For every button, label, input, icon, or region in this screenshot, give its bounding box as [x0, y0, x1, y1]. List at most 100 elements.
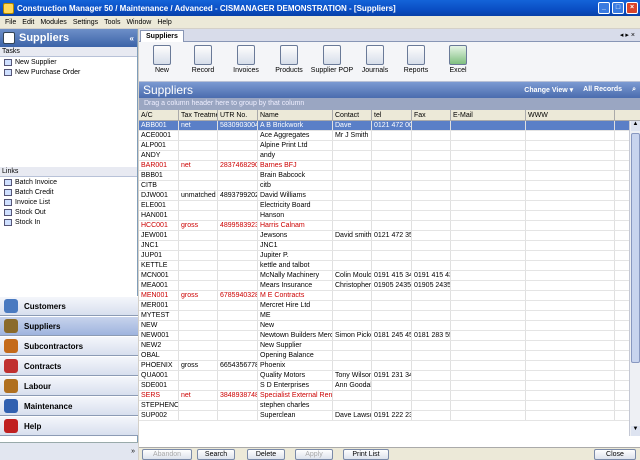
change-view-dropdown[interactable]: Change View ▾ [524, 86, 573, 94]
table-cell [333, 171, 372, 180]
table-row[interactable]: QUA001 Quality Motors Tony Wilson 0191 231 … [139, 371, 640, 381]
col-name[interactable]: Name [258, 110, 333, 120]
table-row[interactable]: DJW001 unmatched 4893799202 David Williams [139, 191, 640, 201]
menu-settings[interactable]: Settings [70, 19, 101, 26]
group-by-area[interactable]: Drag a column header here to group by th… [139, 98, 640, 110]
col-tax-treatment[interactable]: Tax Treatme [179, 110, 218, 120]
table-row[interactable]: SUP002 Superclean Dave Lawsc 0191 222 23 [139, 411, 640, 421]
table-row[interactable]: MEA001Mears InsuranceChristopher M01905 … [139, 281, 640, 291]
toolbar-new-button[interactable]: New [139, 44, 185, 80]
toolbar-reports-button[interactable]: Reports [393, 44, 439, 80]
table-cell: gross [179, 221, 218, 230]
col-ac[interactable]: A/C [139, 110, 179, 120]
nav-maintenance[interactable]: Maintenance [0, 396, 138, 416]
link-batch-invoice[interactable]: Batch Invoice [0, 177, 137, 187]
nav-subcontractors[interactable]: Subcontractors [0, 336, 138, 356]
table-row[interactable]: KETTLE kettle and talbot [139, 261, 640, 271]
print-list-button[interactable]: Print List [343, 449, 389, 460]
table-row[interactable]: ALP001 Alpine Print Ltd [139, 141, 640, 151]
toolbar-journals-button[interactable]: Journals [352, 44, 398, 80]
menu-modules[interactable]: Modules [37, 19, 69, 26]
expand-icon[interactable]: » [131, 448, 135, 455]
table-row[interactable]: MCN001 McNally Machinery Colin Mould 0191 4… [139, 271, 640, 281]
all-records-filter[interactable]: All Records [583, 86, 622, 94]
close-button[interactable]: Close [594, 449, 636, 460]
table-row[interactable]: JUP01 Jupiter P. [139, 251, 640, 261]
scroll-thumb[interactable] [631, 133, 640, 363]
close-window-button[interactable]: × [626, 2, 638, 14]
task-new-purchase-order[interactable]: New Purchase Order [0, 67, 137, 77]
table-row[interactable]: NEW New [139, 321, 640, 331]
menu-tools[interactable]: Tools [101, 19, 123, 26]
link-stock-out[interactable]: Stock Out [0, 207, 137, 217]
link-batch-credit[interactable]: Batch Credit [0, 187, 137, 197]
minimize-button[interactable]: _ [598, 2, 610, 14]
apply-button[interactable]: Apply [295, 449, 333, 460]
menu-help[interactable]: Help [154, 19, 174, 26]
table-cell [333, 341, 372, 350]
nav-contracts[interactable]: Contracts [0, 356, 138, 376]
nav-suppliers[interactable]: Suppliers [0, 316, 138, 336]
table-cell: 0181 245 45 [374, 331, 412, 340]
table-cell [218, 141, 258, 150]
nav-help[interactable]: Help [0, 416, 138, 436]
grid-rows: ABB001 net 5830903004 A B Brickwork Dave 0121… [139, 121, 640, 436]
table-row[interactable]: MYTEST ME [139, 311, 640, 321]
abandon-button[interactable]: Abandon [142, 449, 192, 460]
toolbar-supplier-pop-button[interactable]: Supplier POP [309, 44, 355, 80]
table-row[interactable]: HAN001 Hanson [139, 211, 640, 221]
table-row[interactable]: CITB citb [139, 181, 640, 191]
scroll-down-icon[interactable]: ▼ [631, 426, 640, 436]
table-row[interactable]: MEN001 gross 6785940328 M E Contracts [139, 291, 640, 301]
col-utr[interactable]: UTR No. [218, 110, 258, 120]
link-invoice-list[interactable]: Invoice List [0, 197, 137, 207]
table-row[interactable]: SDE001 S D Enterprises Ann Goodall [139, 381, 640, 391]
col-tel[interactable]: tel [372, 110, 412, 120]
link-stock-in[interactable]: Stock In [0, 217, 137, 227]
task-new-supplier[interactable]: New Supplier [0, 57, 137, 67]
nav-customers[interactable]: Customers [0, 296, 138, 316]
maximize-button[interactable]: □ [612, 2, 624, 14]
menu-window[interactable]: Window [123, 19, 154, 26]
table-row[interactable]: PHOENIX gross 6654356778 Phoenix [139, 361, 640, 371]
table-row[interactable]: NEW001 Newtown Builders Merch Simon Picke 0… [139, 331, 640, 341]
toolbar-invoices-button[interactable]: Invoices [223, 44, 269, 80]
table-row[interactable]: OBAL Opening Balance [139, 351, 640, 361]
table-row[interactable]: NEW2 New Supplier [139, 341, 640, 351]
table-cell [179, 301, 218, 310]
toolbar-excel-button[interactable]: Excel [435, 44, 481, 80]
search-button[interactable]: Search [197, 449, 235, 460]
nav-labour[interactable]: Labour [0, 376, 138, 396]
chevron-left-icon[interactable]: « [130, 34, 134, 43]
col-contact[interactable]: Contact [333, 110, 372, 120]
table-row[interactable]: HCC001 gross 4899583923 Harris Calnam [139, 221, 640, 231]
table-row[interactable]: SERS net 3848938748 Specialist External Ren… [139, 391, 640, 401]
table-row[interactable]: ABB001 net 5830903004 A B Brickwork Dave 0121… [139, 121, 640, 131]
menu-bar: File Edit Modules Settings Tools Window … [0, 16, 640, 28]
tab-nav-icons[interactable]: ◂▸× [620, 31, 637, 39]
table-row[interactable]: JNC1 JNC1 [139, 241, 640, 251]
col-www[interactable]: WWW [526, 110, 615, 120]
menu-edit[interactable]: Edit [19, 19, 37, 26]
table-row[interactable]: ELE001 Electricity Board [139, 201, 640, 211]
tab-suppliers[interactable]: Suppliers [140, 30, 184, 42]
table-row[interactable]: ACE0001 Ace Aggregates Mr J Smith [139, 131, 640, 141]
table-cell [179, 181, 218, 190]
toolbar-products-button[interactable]: Products [266, 44, 312, 80]
delete-button[interactable]: Delete [247, 449, 285, 460]
table-row[interactable]: BBB01 Brain Babcock [139, 171, 640, 181]
scroll-up-icon[interactable]: ▲ [631, 121, 640, 131]
vertical-scrollbar[interactable]: ▲ ▼ [629, 121, 640, 436]
table-row[interactable]: ANDY andy [139, 151, 640, 161]
toolbar: New Record Invoices Products Supplier PO… [139, 42, 640, 82]
table-row[interactable]: BAR001 net 2837468290 Barnes BFJ [139, 161, 640, 171]
toolbar-record-button[interactable]: Record [180, 44, 226, 80]
menu-file[interactable]: File [2, 19, 19, 26]
search-icon[interactable]: ⌕ [632, 86, 636, 94]
table-row[interactable]: STEPHENC stephen charles [139, 401, 640, 411]
table-cell [179, 271, 218, 280]
col-email[interactable]: E-Mail [451, 110, 526, 120]
col-fax[interactable]: Fax [412, 110, 451, 120]
table-row[interactable]: JEW001 Jewsons David smith 0121 472 35 [139, 231, 640, 241]
table-row[interactable]: MER001 Mercret Hire Ltd [139, 301, 640, 311]
